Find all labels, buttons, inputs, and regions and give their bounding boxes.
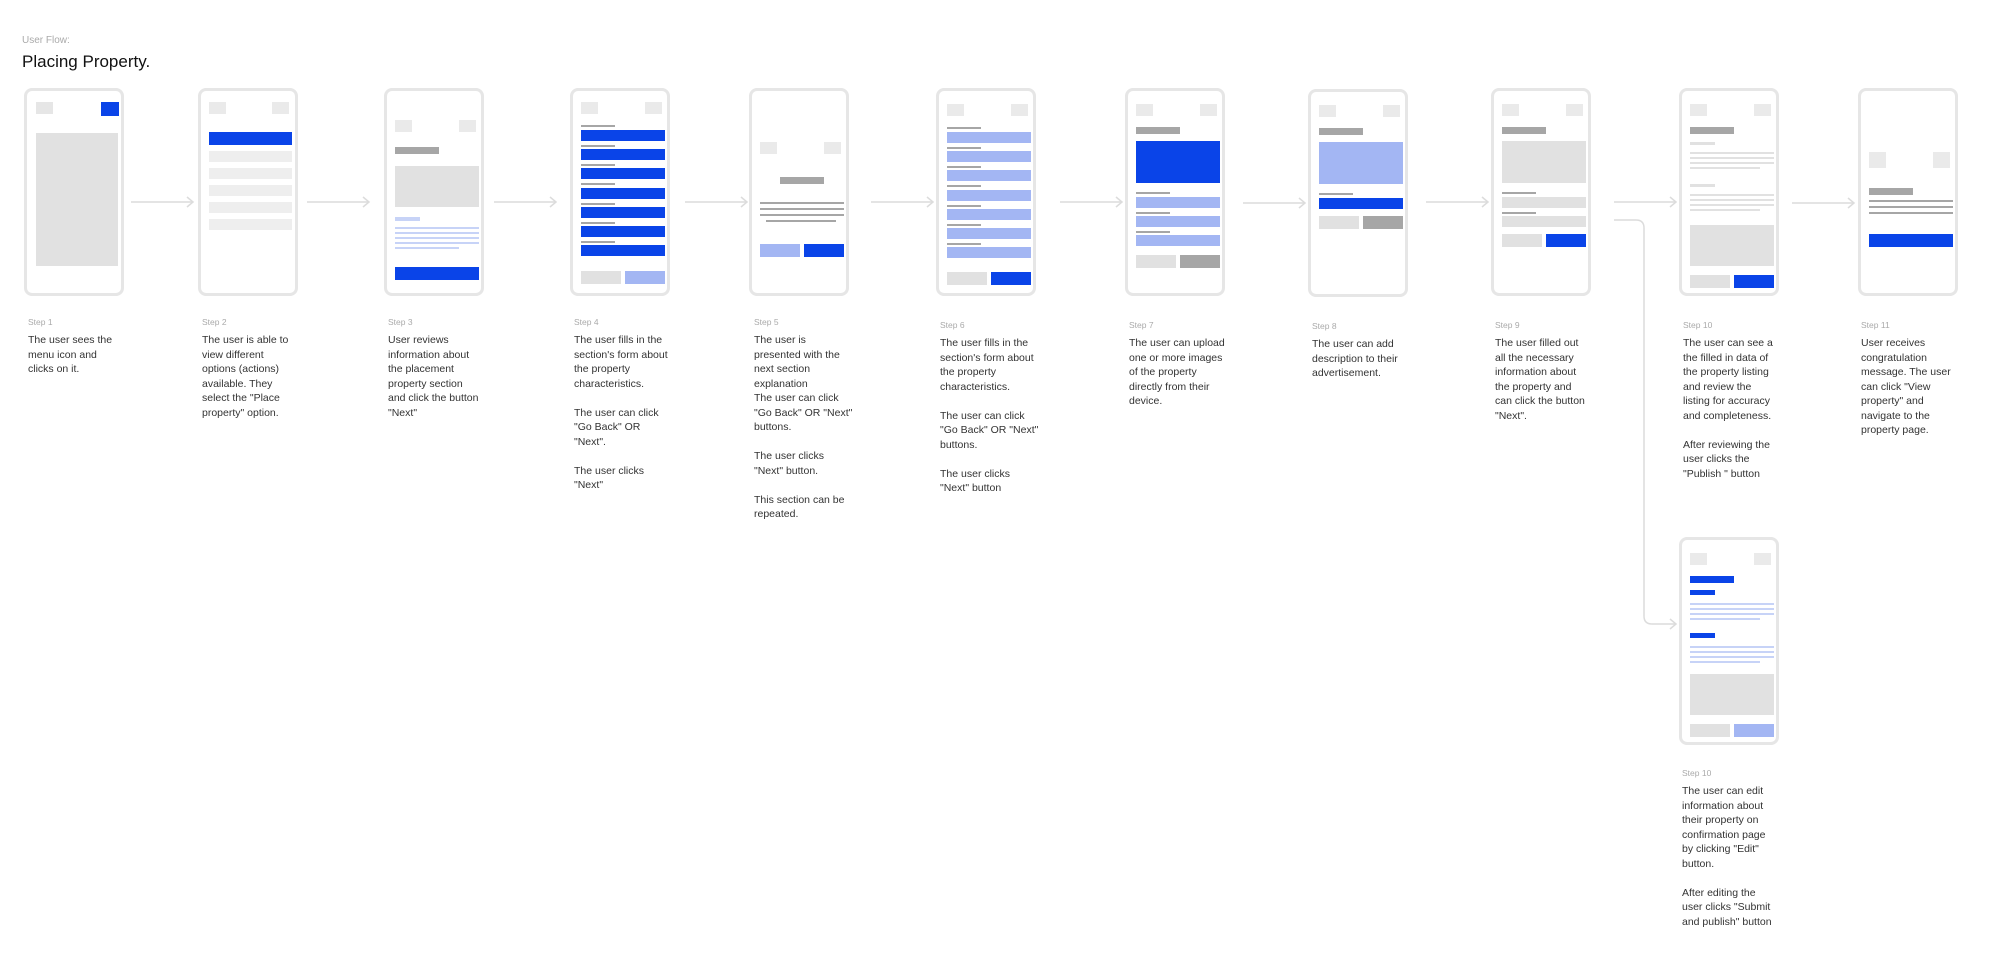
step-description: User receives congratulation message. Th… xyxy=(1861,337,1951,436)
go-back-button xyxy=(1319,216,1359,229)
step-description: The user fills in the section's form abo… xyxy=(574,334,668,491)
step-description: The user filled out all the necessary in… xyxy=(1495,337,1585,422)
arrow-7-8 xyxy=(1243,197,1307,209)
screen-step-11 xyxy=(1858,88,1958,296)
go-back-button xyxy=(581,271,621,284)
screen-step-3 xyxy=(384,88,484,296)
next-button xyxy=(804,244,844,257)
screen-step-4 xyxy=(570,88,670,296)
step-description: The user is presented with the next sect… xyxy=(754,334,853,520)
menu-option-selected xyxy=(209,132,292,145)
arrow-10-11 xyxy=(1792,197,1856,209)
step-label: Step 5 xyxy=(754,317,779,327)
step-description: The user can upload one or more images o… xyxy=(1129,337,1225,407)
description-area xyxy=(1319,142,1403,184)
arrow-3-4 xyxy=(494,196,558,208)
step-label: Step 10 xyxy=(1682,768,1712,778)
placeholder-block xyxy=(36,102,53,114)
next-button xyxy=(1363,216,1403,229)
step-label: Step 7 xyxy=(1129,320,1154,330)
screen-step-2 xyxy=(198,88,298,296)
step-label: Step 1 xyxy=(28,317,53,327)
menu-icon xyxy=(101,102,119,116)
arrow-9-10b xyxy=(1614,219,1678,630)
next-button xyxy=(1546,234,1586,247)
step-3: Step 3 User reviews information about th… xyxy=(388,317,503,420)
arrow-6-7 xyxy=(1060,196,1124,208)
screen-step-5 xyxy=(749,88,849,296)
arrow-2-3 xyxy=(307,196,371,208)
screen-step-7 xyxy=(1125,88,1225,296)
step-2: Step 2 The user is able to view differen… xyxy=(202,317,317,420)
screen-step-1 xyxy=(24,88,124,296)
step-label: Step 8 xyxy=(1312,321,1337,331)
step-8: Step 8 The user can add description to t… xyxy=(1312,321,1427,381)
arrow-5-6 xyxy=(871,196,935,208)
view-property-button xyxy=(1869,234,1953,247)
step-label: Step 2 xyxy=(202,317,227,327)
arrow-9-10 xyxy=(1614,196,1678,208)
step-description: The user is able to view different optio… xyxy=(202,334,289,419)
step-7: Step 7 The user can upload one or more i… xyxy=(1129,320,1244,409)
publish-button xyxy=(1734,275,1774,288)
arrow-8-9 xyxy=(1426,196,1490,208)
go-back-button xyxy=(947,272,987,285)
step-description: The user can edit information about thei… xyxy=(1682,785,1772,928)
step-1: Step 1 The user sees the menu icon and c… xyxy=(28,317,143,377)
next-button xyxy=(395,267,479,280)
screen-step-8 xyxy=(1308,89,1408,297)
step-11: Step 11 User receives congratulation mes… xyxy=(1861,320,1976,438)
screen-step-10 xyxy=(1679,88,1779,296)
step-description: The user can see a the filled in data of… xyxy=(1683,337,1773,480)
step-description: The user can add description to their ad… xyxy=(1312,338,1398,379)
step-10-edit: Step 10 The user can edit information ab… xyxy=(1682,768,1797,929)
step-10: Step 10 The user can see a the filled in… xyxy=(1683,320,1798,481)
step-label: Step 11 xyxy=(1861,320,1890,330)
screen-step-6 xyxy=(936,88,1036,296)
step-9: Step 9 The user filled out all the neces… xyxy=(1495,320,1610,423)
cancel-button xyxy=(1690,724,1730,737)
step-label: Step 4 xyxy=(574,317,599,327)
step-label: Step 9 xyxy=(1495,320,1520,330)
screen-step-10-edit xyxy=(1679,537,1779,745)
arrow-1-2 xyxy=(131,196,195,208)
content-block xyxy=(36,133,118,266)
step-6: Step 6 The user fills in the section's f… xyxy=(940,320,1055,496)
next-button xyxy=(991,272,1031,285)
go-back-button xyxy=(1136,255,1176,268)
next-button xyxy=(1180,255,1220,268)
next-button xyxy=(625,271,665,284)
image-upload-area xyxy=(1136,141,1220,183)
submit-and-publish-button xyxy=(1734,724,1774,737)
step-description: The user sees the menu icon and clicks o… xyxy=(28,334,113,375)
screen-step-9 xyxy=(1491,88,1591,296)
step-4: Step 4 The user fills in the section's f… xyxy=(574,317,689,493)
step-label: Step 6 xyxy=(940,320,965,330)
step-label: Step 3 xyxy=(388,317,413,327)
edit-button xyxy=(1690,275,1730,288)
step-description: User reviews information about the place… xyxy=(388,334,479,419)
arrow-4-5 xyxy=(685,196,749,208)
step-description: The user fills in the section's form abo… xyxy=(940,337,1039,494)
go-back-button xyxy=(1502,234,1542,247)
go-back-button xyxy=(760,244,800,257)
step-5: Step 5 The user is presented with the ne… xyxy=(754,317,869,522)
step-label: Step 10 xyxy=(1683,320,1713,330)
